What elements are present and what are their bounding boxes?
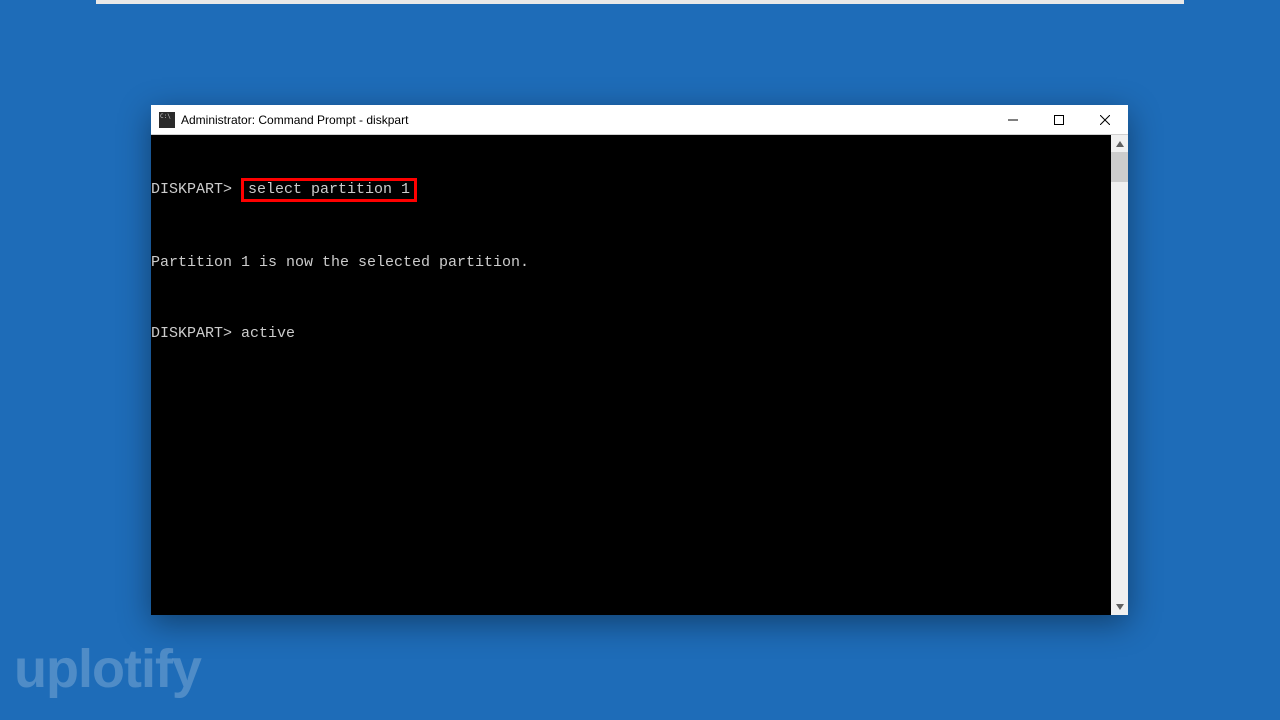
scroll-up-button[interactable] bbox=[1111, 135, 1128, 152]
highlighted-command: select partition 1 bbox=[241, 178, 417, 202]
window-controls bbox=[990, 105, 1128, 134]
console-line: Partition 1 is now the selected partitio… bbox=[151, 253, 1111, 273]
watermark-text: uplotify bbox=[14, 638, 201, 700]
console-area[interactable]: DISKPART> select partition 1 Partition 1… bbox=[151, 135, 1128, 615]
command-prompt-window: Administrator: Command Prompt - diskpart… bbox=[151, 105, 1128, 615]
vertical-scrollbar[interactable] bbox=[1111, 135, 1128, 615]
console-output: DISKPART> select partition 1 Partition 1… bbox=[151, 135, 1111, 615]
window-title: Administrator: Command Prompt - diskpart bbox=[181, 113, 990, 127]
diskpart-prompt: DISKPART> bbox=[151, 325, 232, 342]
minimize-button[interactable] bbox=[990, 105, 1036, 134]
window-titlebar[interactable]: Administrator: Command Prompt - diskpart bbox=[151, 105, 1128, 135]
scroll-thumb[interactable] bbox=[1111, 152, 1128, 182]
close-button[interactable] bbox=[1082, 105, 1128, 134]
scroll-down-button[interactable] bbox=[1111, 598, 1128, 615]
scroll-track[interactable] bbox=[1111, 152, 1128, 598]
maximize-button[interactable] bbox=[1036, 105, 1082, 134]
diskpart-prompt: DISKPART> bbox=[151, 181, 232, 198]
console-line: DISKPART> select partition 1 bbox=[151, 178, 1111, 202]
console-line: DISKPART> active bbox=[151, 324, 1111, 344]
cmd-icon bbox=[159, 112, 175, 128]
command-text: active bbox=[241, 325, 295, 342]
browser-top-stripe bbox=[96, 0, 1184, 4]
